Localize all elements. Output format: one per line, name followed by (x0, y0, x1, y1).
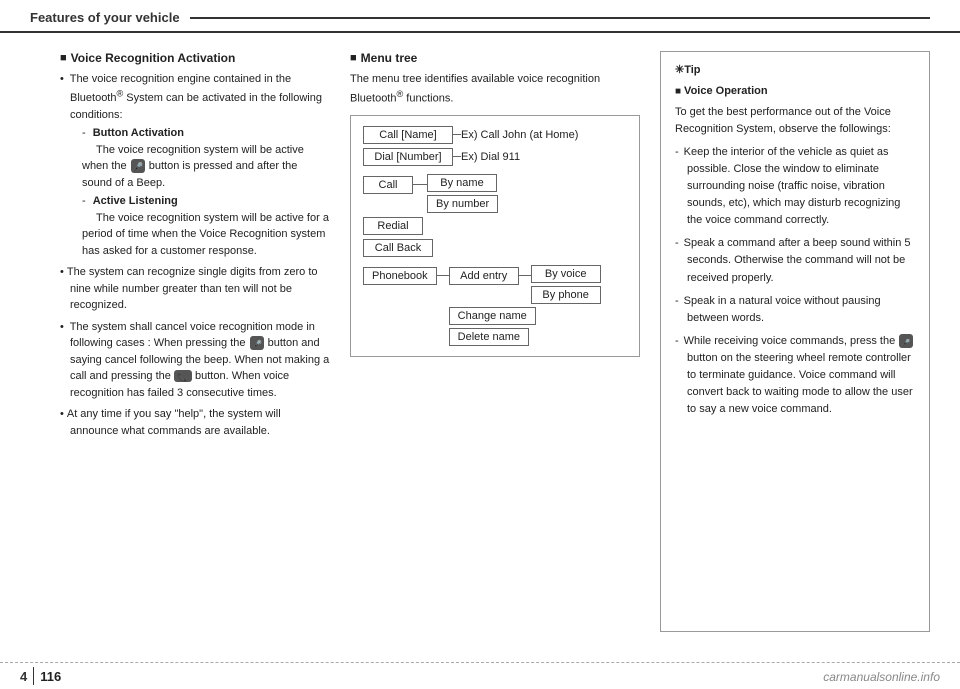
left-column: Voice Recognition Activation The voice r… (60, 51, 330, 632)
delete-name-node: Delete name (449, 328, 529, 346)
svg-text:🎤: 🎤 (902, 338, 911, 347)
page-section: 4 (20, 669, 27, 684)
page-number: 116 (40, 669, 61, 684)
svg-text:📞: 📞 (177, 371, 189, 382)
tip-bullet-4: While receiving voice commands, press th… (675, 333, 915, 418)
by-voice-node: By voice (531, 265, 601, 283)
change-name-node: Change name (449, 307, 536, 325)
list-item: The system can recognize single digits f… (60, 264, 330, 314)
page-title: Features of your vehicle (30, 10, 180, 25)
tip-box: ✳Tip Voice Operation To get the best per… (660, 51, 930, 632)
content-area: Voice Recognition Activation The voice r… (0, 33, 960, 642)
by-name-node: By name (427, 174, 497, 192)
menu-tree-box: Call [Name] Ex) Call John (at Home) Dial… (350, 115, 640, 357)
tree-row-redial: Redial (363, 217, 627, 235)
tip-bullets-list: Keep the interior of the vehicle as quie… (675, 144, 915, 418)
mic-button-icon: 🎤 (130, 158, 146, 174)
header-line (190, 17, 930, 19)
footer-divider (33, 667, 34, 685)
phonebook-node: Phonebook (363, 267, 437, 285)
dial-number-node: Dial [Number] (363, 148, 453, 166)
tree-phonebook-section: Phonebook Add entry By voice By phone (363, 265, 627, 346)
menu-tree-title: Menu tree (350, 51, 640, 65)
redial-node: Redial (363, 217, 423, 235)
call-back-node: Call Back (363, 239, 433, 257)
watermark: carmanualsonline.info (823, 670, 940, 684)
mic-button-icon2: 🎤 (249, 335, 265, 351)
middle-column: Menu tree The menu tree identifies avail… (350, 51, 640, 632)
tip-bullet-3: Speak in a natural voice without pausing… (675, 293, 915, 327)
tip-bullet-2: Speak a command after a beep sound withi… (675, 235, 915, 286)
page-footer: 4 116 carmanualsonline.info (0, 662, 960, 689)
voice-operation-title: Voice Operation (675, 83, 915, 100)
dial-example: Ex) Dial 911 (461, 151, 520, 163)
svg-text:🎤: 🎤 (132, 161, 143, 172)
add-entry-node: Add entry (449, 267, 519, 285)
page-number-box: 4 116 (20, 667, 61, 685)
list-item: At any time if you say "help", the syste… (60, 406, 330, 439)
tree-row-dial-number: Dial [Number] Ex) Dial 911 (363, 148, 627, 166)
call-node: Call (363, 176, 413, 194)
list-item: The system shall cancel voice recognitio… (60, 319, 330, 402)
tip-marker: ✳Tip (675, 62, 915, 79)
menu-tree-intro: The menu tree identifies available voice… (350, 71, 640, 107)
page-header: Features of your vehicle (0, 0, 960, 33)
voice-recognition-list: The voice recognition engine contained i… (60, 71, 330, 439)
call-name-example: Ex) Call John (at Home) (461, 129, 578, 141)
tree-row-call-name: Call [Name] Ex) Call John (at Home) (363, 126, 627, 144)
tree-row-call-back: Call Back (363, 239, 627, 257)
call-name-node: Call [Name] (363, 126, 453, 144)
svg-text:🎤: 🎤 (252, 339, 262, 349)
list-item: The voice recognition engine contained i… (60, 71, 330, 259)
by-number-node: By number (427, 195, 498, 213)
phone-button-icon: 📞 (174, 370, 192, 382)
tip-intro: To get the best performance out of the V… (675, 104, 915, 138)
voice-recognition-title: Voice Recognition Activation (60, 51, 330, 65)
by-phone-node: By phone (531, 286, 601, 304)
steer-icon: 🎤 (898, 333, 914, 349)
tree-call-section: Call By name By number (363, 174, 627, 213)
tip-bullet-1: Keep the interior of the vehicle as quie… (675, 144, 915, 229)
